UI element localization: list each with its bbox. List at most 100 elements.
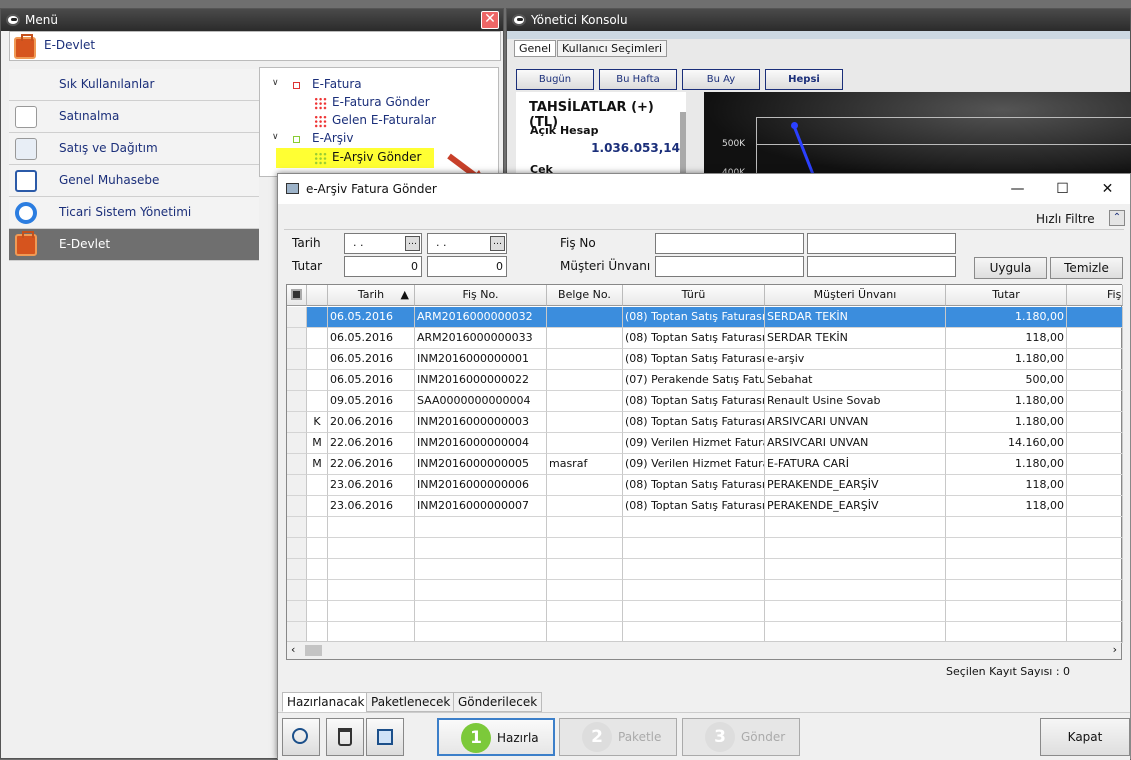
clear-button[interactable]: Temizle [1050,257,1123,279]
cell-turu: (08) Toptan Satış Faturası [623,391,765,412]
menu-item-accounting[interactable]: Genel Muhasebe [9,165,259,197]
collapse-icon[interactable]: ⌃ [1109,210,1125,226]
table-row[interactable]: 06.05.2016 INM2016000000022 (07) Perakende… [287,370,1123,391]
table-row[interactable]: 06.05.2016 INM2016000000001 (08) Toptan Sa… [287,349,1123,370]
table-row[interactable]: K 20.06.2016 INM2016000000003 (08) Toptan S… [287,412,1123,433]
cell-ind [287,559,307,580]
table-row[interactable]: 23.06.2016 INM2016000000006 (08) Toptan Sa… [287,475,1123,496]
table-row[interactable]: 09.05.2016 SAA0000000000004 (08) Toptan Sa… [287,391,1123,412]
chevron-down-icon[interactable]: ∨ [272,132,279,142]
trash-icon[interactable] [326,718,364,756]
cell-x [1067,496,1123,517]
cell-x [1067,538,1123,559]
table-row[interactable] [287,538,1123,559]
table-row[interactable] [287,517,1123,538]
table-row[interactable] [287,580,1123,601]
tree-node-efatura-gonder[interactable]: E-Fatura Gönder [332,95,430,109]
column-header-flag[interactable] [307,285,328,306]
amount-from-field[interactable]: 0 [344,256,422,277]
tab-gonderilecek[interactable]: Gönderilecek [453,692,543,712]
scroll-thumb[interactable] [305,645,322,656]
minimize-icon[interactable]: — [995,174,1040,204]
amount-label: Tutar [292,259,323,273]
search-document-icon[interactable] [282,718,320,756]
table-row[interactable] [287,622,1123,643]
dialog-titlebar: e-Arşiv Fatura Gönder — ☐ ✕ [278,174,1130,204]
step-2-icon: 2 [582,722,612,752]
date-to-field[interactable]: . .… [427,233,507,254]
column-header-belge-no[interactable]: Belge No. [547,285,623,306]
customer-field-2[interactable] [807,256,956,277]
column-header-tarih[interactable]: Tarih ▲ [328,285,415,306]
receipt-no-field-2[interactable] [807,233,956,254]
scrollbar[interactable] [680,112,686,182]
menu-item-sales[interactable]: Satış ve Dağıtım [9,133,259,165]
horizontal-scrollbar[interactable]: ‹ › [287,641,1121,659]
cell-x [1067,370,1123,391]
receipt-no-field[interactable] [655,233,804,254]
chevron-down-icon[interactable]: ∨ [272,78,279,88]
cell-tutar: 500,00 [946,370,1067,391]
package-button[interactable]: 2 Paketle [559,718,677,756]
prepare-button[interactable]: 1 Hazırla [437,718,555,756]
tab-hazirlanacak[interactable]: Hazırlanacak [282,692,370,712]
cell-tarih [328,559,415,580]
cell-belge [547,475,623,496]
menu-item-favorites[interactable]: Sık Kullanılanlar [9,69,259,101]
table-row[interactable] [287,559,1123,580]
tree-node-gelen-efaturalar[interactable]: Gelen E-Faturalar [332,113,436,127]
column-header-musteri[interactable]: Müşteri Ünvanı [765,285,946,306]
tab-paketlenecek[interactable]: Paketlenecek [366,692,456,712]
cell-belge [547,559,623,580]
table-row[interactable]: 06.05.2016 ARM2016000000033 (08) Toptan Sa… [287,328,1123,349]
chevron-right-icon[interactable]: › [1113,643,1117,656]
today-button[interactable]: Bugün [516,69,594,90]
amount-to-field[interactable]: 0 [427,256,507,277]
document-icon [314,115,327,128]
tree-node-earsiv-gonder[interactable]: E-Arşiv Gönder [332,150,421,164]
tree-node-efatura[interactable]: E-Fatura [312,77,362,91]
menu-header-label: E-Devlet [44,38,96,52]
cell-belge [547,328,623,349]
console-band [507,31,1130,39]
send-button[interactable]: 3 Gönder [682,718,800,756]
table-row[interactable]: M 22.06.2016 INM2016000000005 masraf (09) Ve… [287,454,1123,475]
tab-kullanici-secimleri[interactable]: Kullanıcı Seçimleri [557,40,668,57]
cell-flag: M [307,433,328,454]
maximize-icon[interactable]: ☐ [1040,174,1085,204]
close-button[interactable]: Kapat [1040,718,1130,756]
close-icon[interactable]: ✕ [1085,174,1130,204]
menu-item-edevlet[interactable]: E-Devlet [9,229,259,261]
cell-tarih: 09.05.2016 [328,391,415,412]
cell-tutar [946,622,1067,643]
ellipsis-icon[interactable]: … [490,236,505,251]
customer-field[interactable] [655,256,804,277]
menu-item-purchasing[interactable]: Satınalma [9,101,259,133]
this-week-button[interactable]: Bu Hafta [599,69,677,90]
chevron-left-icon[interactable]: ‹ [291,643,295,656]
column-header-turu[interactable]: Türü [623,285,765,306]
column-header-tutar[interactable]: Tutar [946,285,1067,306]
apply-button[interactable]: Uygula [974,257,1047,279]
ellipsis-icon[interactable]: … [405,236,420,251]
print-icon[interactable] [366,718,404,756]
menu-item-system[interactable]: Ticari Sistem Yönetimi [9,197,259,229]
table-row[interactable]: M 22.06.2016 INM2016000000004 (09) Verilen … [287,433,1123,454]
tab-genel[interactable]: Genel [514,40,557,57]
cell-belge [547,370,623,391]
tree-node-earsiv[interactable]: E-Arşiv [312,131,353,145]
date-from-field[interactable]: . .… [344,233,422,254]
table-row[interactable]: 06.05.2016 ARM2016000000032 (08) Toptan Sa… [287,307,1123,328]
table-row[interactable] [287,601,1123,622]
table-row[interactable]: 23.06.2016 INM2016000000007 (08) Toptan Sa… [287,496,1123,517]
column-header-fis[interactable]: Fiş [1067,285,1123,306]
close-icon[interactable]: ✕ [481,11,499,29]
ledger-icon [15,170,37,192]
select-all-checkbox[interactable] [287,285,307,306]
all-button[interactable]: Hepsi [765,69,843,90]
this-month-button[interactable]: Bu Ay [682,69,760,90]
y-tick-label: 500K [722,139,746,149]
column-header-fis-no[interactable]: Fiş No. [415,285,547,306]
cell-tarih: 23.06.2016 [328,475,415,496]
cell-musteri [765,622,946,643]
